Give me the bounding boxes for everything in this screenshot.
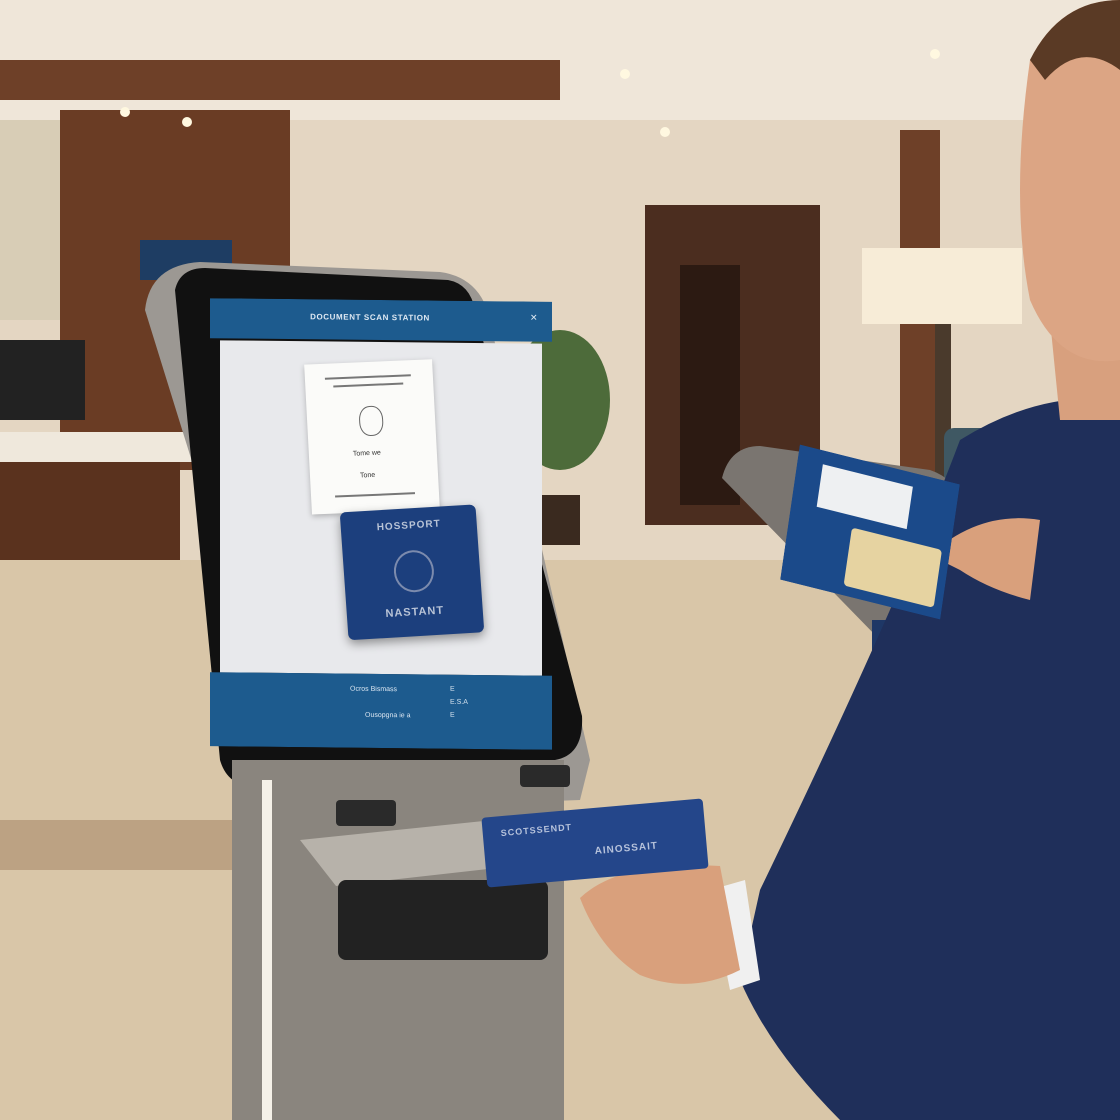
ceiling-light bbox=[182, 117, 192, 127]
ceiling-light bbox=[660, 127, 670, 137]
kiosk-scan-preview: Tome we Tone HOSSPORT NASTANT bbox=[220, 340, 542, 676]
ceiling-light bbox=[620, 69, 630, 79]
wall-art bbox=[0, 120, 60, 320]
ceiling-light bbox=[120, 107, 130, 117]
wood-beam bbox=[0, 60, 560, 100]
floor-rug bbox=[0, 820, 240, 870]
kiosk-card-slot bbox=[336, 800, 396, 826]
document-line bbox=[333, 382, 404, 388]
reception-desk-top bbox=[0, 432, 200, 462]
footer-option[interactable]: E bbox=[450, 683, 468, 696]
footer-label: Ocros Bismass bbox=[350, 685, 398, 694]
footer-option[interactable]: E.S.A bbox=[450, 696, 468, 709]
kiosk-card-slot-2 bbox=[520, 765, 570, 787]
held-passport-label: AINOSSAIT bbox=[594, 840, 659, 858]
document-text: Tone bbox=[359, 471, 376, 480]
held-passport-title: SCOTSSENDT bbox=[500, 821, 573, 839]
document-text: Tome we bbox=[352, 449, 382, 458]
close-icon[interactable]: ✕ bbox=[530, 313, 540, 323]
floor-lamp-shade bbox=[862, 248, 1022, 324]
ceiling-light bbox=[930, 49, 940, 59]
footer-option[interactable]: E bbox=[450, 709, 468, 722]
scanned-document: Tome we Tone bbox=[304, 359, 440, 515]
desk-monitor bbox=[0, 340, 85, 420]
passport-image: HOSSPORT NASTANT bbox=[339, 504, 485, 641]
footer-label: Ousopgna ie a bbox=[365, 711, 411, 720]
kiosk-main-stand-light bbox=[262, 780, 272, 1120]
footer-options[interactable]: E E.S.A E bbox=[450, 683, 468, 722]
document-line bbox=[335, 492, 416, 498]
kiosk-dispenser-opening bbox=[338, 880, 548, 960]
kiosk-header-title: DOCUMENT SCAN STATION bbox=[310, 312, 430, 323]
kiosk-header-bar: DOCUMENT SCAN STATION ✕ bbox=[210, 298, 552, 342]
kiosk-footer: Ocros Bismass Ousopgna ie a E E.S.A E bbox=[210, 672, 552, 750]
document-seal-icon bbox=[358, 405, 384, 437]
document-line bbox=[324, 374, 411, 380]
hotel-lobby-scene bbox=[0, 0, 1120, 1120]
kiosk-main-screen: DOCUMENT SCAN STATION ✕ Tome we Tone HOS… bbox=[210, 298, 552, 750]
passport-label: NASTANT bbox=[385, 604, 445, 620]
passport-crest-icon bbox=[392, 549, 436, 594]
passport-title: HOSSPORT bbox=[376, 518, 442, 534]
